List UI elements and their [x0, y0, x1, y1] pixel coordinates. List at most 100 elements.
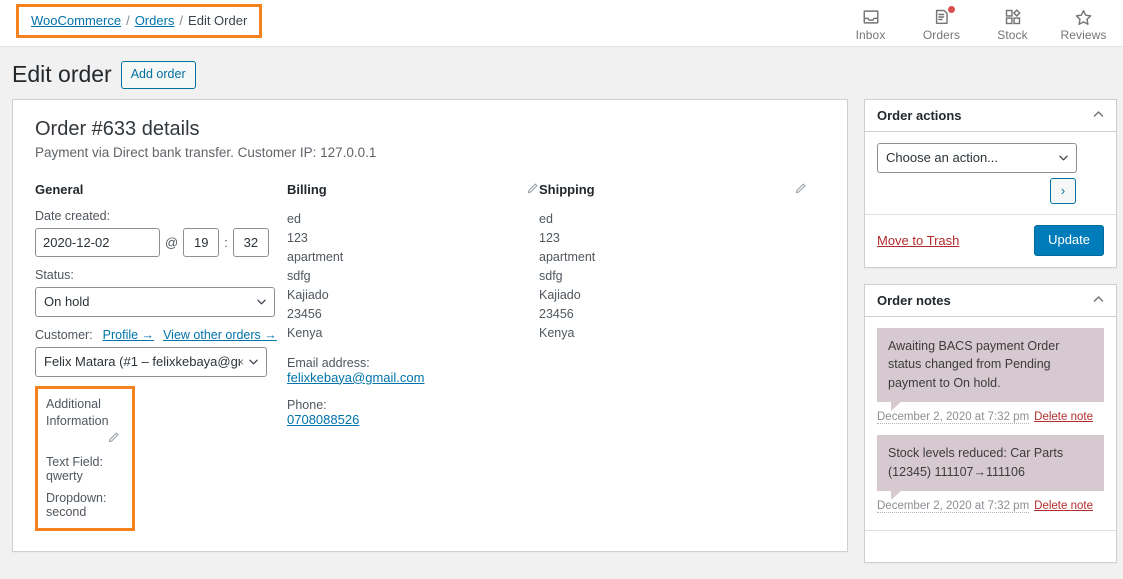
shipping-address-line: Kajiado	[539, 287, 581, 302]
shipping-address-line: Kenya	[539, 325, 575, 340]
orders-notification-badge	[947, 6, 955, 13]
hour-input[interactable]	[183, 227, 220, 257]
time-separator: :	[224, 234, 228, 250]
at-symbol: @	[165, 234, 179, 250]
billing-address-line: ed	[287, 211, 301, 226]
breadcrumb-link-orders[interactable]: Orders	[135, 13, 175, 28]
activity-label-orders: Orders	[922, 28, 961, 42]
chevron-down-icon	[1059, 155, 1068, 161]
customer-select[interactable]: Felix Matara (#1 – felixkebaya@gmai... ×	[35, 346, 267, 377]
billing-address-line: Kajiado	[287, 287, 329, 302]
order-notes-header: Order notes	[865, 285, 1116, 317]
breadcrumb-current: Edit Order	[188, 13, 248, 28]
order-notes-list: Awaiting BACS payment Order status chang…	[865, 317, 1116, 531]
shipping-head: Shipping	[539, 182, 807, 198]
delete-note-link[interactable]: Delete note	[1034, 500, 1093, 512]
orders-icon	[933, 6, 955, 27]
date-created-input[interactable]	[35, 227, 160, 257]
additional-field-value-0: qwerty	[46, 468, 83, 483]
page-body: Order #633 details Payment via Direct ba…	[0, 98, 1123, 579]
breadcrumb-separator-1: /	[126, 13, 130, 28]
order-action-value: Choose an action...	[886, 150, 999, 166]
date-created-row: @ :	[35, 227, 287, 257]
activity-panel: Inbox Orders Stock Reviews	[835, 4, 1119, 42]
order-note-date: December 2, 2020 at 7:32 pm	[877, 411, 1030, 425]
shipping-column: Shipping ed 123 apartment sdfg Kajiado 2…	[539, 182, 807, 531]
main-column: Order #633 details Payment via Direct ba…	[12, 98, 848, 552]
collapse-order-notes-button[interactable]	[1093, 295, 1104, 305]
order-status-select[interactable]: On hold	[35, 286, 275, 317]
update-order-button[interactable]: Update	[1034, 224, 1104, 256]
chevron-up-icon	[1093, 111, 1104, 117]
order-action-select[interactable]: Choose an action...	[877, 142, 1077, 173]
pencil-icon	[795, 183, 806, 193]
additional-information-box: Additional Information Text Field: qwert…	[35, 385, 135, 531]
additional-field-label-1: Dropdown:	[46, 490, 107, 505]
activity-label-inbox: Inbox	[855, 28, 886, 42]
apply-action-button[interactable]: ›	[1050, 177, 1076, 204]
activity-item-reviews[interactable]: Reviews	[1048, 4, 1119, 42]
delete-note-link[interactable]: Delete note	[1034, 411, 1093, 423]
order-details-panel: Order #633 details Payment via Direct ba…	[12, 98, 848, 552]
breadcrumb-link-woocommerce[interactable]: WooCommerce	[31, 13, 121, 28]
additional-information-title: Additional Information	[46, 396, 109, 428]
breadcrumb-separator-2: /	[179, 13, 184, 28]
order-heading: Order #633 details	[35, 117, 200, 140]
move-to-trash-link[interactable]: Move to Trash	[877, 233, 959, 248]
clear-customer-icon[interactable]: ×	[237, 355, 244, 369]
add-order-button[interactable]: Add order	[120, 61, 196, 89]
billing-email-link[interactable]: felixkebaya@gmail.com	[287, 370, 424, 385]
billing-phone-link[interactable]: 0708088526	[287, 412, 359, 427]
page-title: Edit order	[12, 61, 112, 88]
billing-address: ed 123 apartment sdfg Kajiado 23456 Keny…	[287, 210, 539, 343]
view-other-orders-link[interactable]: View other orders →	[163, 328, 277, 342]
shipping-title: Shipping	[539, 181, 595, 197]
activity-item-stock[interactable]: Stock	[977, 4, 1048, 42]
activity-item-orders[interactable]: Orders	[906, 4, 977, 42]
billing-address-line: sdfg	[287, 268, 311, 283]
general-column: General Date created: @ : Status: On hol…	[35, 182, 287, 531]
order-note-item: Stock levels reduced: Car Parts (12345) …	[877, 435, 1104, 514]
order-actions-header: Order actions	[865, 100, 1116, 132]
minute-input[interactable]	[232, 227, 269, 257]
billing-address-line: Kenya	[287, 325, 323, 340]
customer-select-value: Felix Matara (#1 – felixkebaya@gmai...	[44, 354, 240, 370]
billing-column: Billing ed 123 apartment sdfg Kajiado 23…	[287, 182, 539, 531]
pencil-icon	[108, 432, 119, 442]
billing-address-line: 23456	[287, 306, 322, 321]
billing-address-line: 123	[287, 230, 308, 245]
activity-label-reviews: Reviews	[1060, 28, 1107, 42]
order-subheading: Payment via Direct bank transfer. Custom…	[35, 144, 377, 160]
collapse-order-actions-button[interactable]	[1093, 110, 1104, 120]
order-actions-footer: Move to Trash Update	[865, 213, 1116, 267]
additional-field-label-0: Text Field:	[46, 454, 103, 469]
customer-profile-link[interactable]: Profile →	[103, 328, 154, 342]
order-note-text: Stock levels reduced: Car Parts (12345) …	[877, 435, 1104, 501]
shipping-address: ed 123 apartment sdfg Kajiado 23456 Keny…	[539, 210, 807, 343]
edit-billing-button[interactable]	[526, 182, 539, 198]
chevron-up-icon	[1093, 296, 1104, 303]
order-status-value: On hold	[44, 294, 90, 310]
edit-shipping-button[interactable]	[794, 182, 807, 198]
shipping-address-line: apartment	[539, 249, 596, 264]
billing-title: Billing	[287, 181, 327, 197]
reviews-star-icon	[1074, 7, 1093, 27]
activity-item-inbox[interactable]: Inbox	[835, 4, 906, 42]
billing-email-block: Email address: felixkebaya@gmail.com	[287, 356, 539, 385]
order-actions-body: Choose an action... ›	[865, 132, 1116, 204]
inbox-icon	[862, 7, 880, 27]
status-label: Status:	[35, 267, 74, 282]
breadcrumb: WooCommerce / Orders / Edit Order	[16, 4, 263, 38]
chevron-down-icon	[257, 299, 266, 305]
breadcrumb-highlight: WooCommerce / Orders / Edit Order	[16, 4, 263, 38]
stock-icon	[1004, 7, 1022, 27]
customer-row: Customer: Profile → View other orders →	[35, 328, 287, 342]
chevron-down-icon	[249, 359, 258, 365]
edit-additional-information-button[interactable]	[46, 431, 120, 447]
pencil-icon	[527, 183, 538, 193]
customer-links: Profile → View other orders →	[103, 328, 277, 342]
shipping-address-line: ed	[539, 211, 553, 226]
order-note-item: Awaiting BACS payment Order status chang…	[877, 327, 1104, 425]
activity-label-stock: Stock	[997, 28, 1028, 42]
apply-action-row: ›	[877, 177, 1076, 204]
